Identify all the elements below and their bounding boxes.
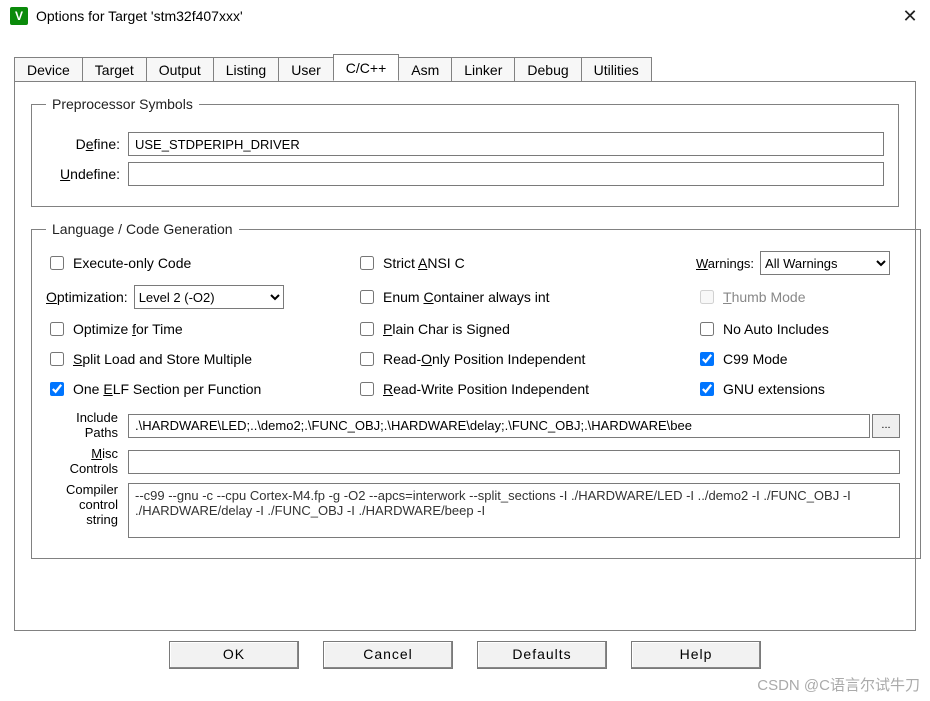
cancel-button[interactable]: Cancel — [323, 641, 453, 669]
include-paths-input[interactable] — [128, 414, 870, 438]
window-title: Options for Target 'stm32f407xxx' — [36, 8, 900, 24]
tab-target[interactable]: Target — [82, 57, 147, 82]
check-strict-ansi-box[interactable] — [360, 256, 374, 270]
undefine-input[interactable] — [128, 162, 884, 186]
check-one-elf-section[interactable]: One ELF Section per Function — [46, 379, 356, 399]
browse-include-button[interactable]: ... — [872, 414, 900, 438]
tab-debug[interactable]: Debug — [514, 57, 581, 82]
check-read-write-pi[interactable]: Read-Write Position Independent — [356, 379, 696, 399]
group-language: Language / Code Generation Execute-only … — [31, 221, 921, 559]
defaults-button[interactable]: Defaults — [477, 641, 607, 669]
check-split-load-store[interactable]: Split Load and Store Multiple — [46, 349, 356, 369]
label-include-paths: Include Paths — [52, 411, 128, 441]
check-plain-char[interactable]: Plain Char is Signed — [356, 319, 696, 339]
tab-user[interactable]: User — [278, 57, 334, 82]
optimization-row: Optimization: Level 2 (-O2) — [46, 285, 356, 309]
label-undefine: Undefine: — [46, 166, 128, 182]
legend-preprocessor: Preprocessor Symbols — [46, 96, 199, 112]
ok-button[interactable]: OK — [169, 641, 299, 669]
check-one-elf-section-box[interactable] — [50, 382, 64, 396]
check-optimize-time-box[interactable] — [50, 322, 64, 336]
check-plain-char-box[interactable] — [360, 322, 374, 336]
tab-panel-c-cpp: Preprocessor Symbols Define: Undefine: L… — [14, 81, 916, 631]
check-read-only-pi[interactable]: Read-Only Position Independent — [356, 349, 696, 369]
label-compiler-control-string: Compiler control string — [52, 483, 128, 528]
watermark: CSDN @C语言尔试牛刀 — [757, 674, 920, 695]
button-bar: OK Cancel Defaults Help — [14, 641, 916, 669]
titlebar: V Options for Target 'stm32f407xxx' ✕ — [0, 0, 930, 32]
tab-linker[interactable]: Linker — [451, 57, 515, 82]
check-read-only-pi-box[interactable] — [360, 352, 374, 366]
define-input[interactable] — [128, 132, 884, 156]
misc-controls-input[interactable] — [128, 450, 900, 474]
warnings-cell: Warnings: All Warnings — [696, 251, 906, 275]
check-split-load-store-box[interactable] — [50, 352, 64, 366]
optimization-select[interactable]: Level 2 (-O2) — [134, 285, 284, 309]
label-misc-controls: Misc Controls — [52, 447, 128, 477]
tab-strip: Device Target Output Listing User C/C++ … — [14, 54, 916, 81]
legend-language: Language / Code Generation — [46, 221, 239, 237]
check-gnu-extensions[interactable]: GNU extensions — [696, 379, 906, 399]
tab-c-cpp[interactable]: C/C++ — [333, 54, 399, 81]
warnings-select[interactable]: All Warnings — [760, 251, 890, 275]
check-execute-only[interactable]: Execute-only Code — [46, 253, 356, 273]
tab-output[interactable]: Output — [146, 57, 214, 82]
close-icon[interactable]: ✕ — [900, 6, 920, 27]
label-define: Define: — [46, 136, 128, 152]
check-enum-container-box[interactable] — [360, 290, 374, 304]
compiler-control-string: --c99 --gnu -c --cpu Cortex-M4.fp -g -O2… — [128, 483, 900, 538]
check-c99-mode[interactable]: C99 Mode — [696, 349, 906, 369]
check-thumb-mode: Thumb Mode — [696, 287, 906, 307]
check-execute-only-box[interactable] — [50, 256, 64, 270]
check-no-auto-includes-box[interactable] — [700, 322, 714, 336]
check-thumb-mode-box — [700, 290, 714, 304]
check-strict-ansi[interactable]: Strict ANSI C — [356, 253, 696, 273]
tab-device[interactable]: Device — [14, 57, 83, 82]
check-optimize-time[interactable]: Optimize for Time — [46, 319, 356, 339]
label-optimization: Optimization: — [46, 289, 128, 305]
app-icon: V — [10, 7, 28, 25]
check-enum-container[interactable]: Enum Container always int — [356, 287, 696, 307]
check-c99-mode-box[interactable] — [700, 352, 714, 366]
help-button[interactable]: Help — [631, 641, 761, 669]
tab-asm[interactable]: Asm — [398, 57, 452, 82]
check-no-auto-includes[interactable]: No Auto Includes — [696, 319, 906, 339]
tab-listing[interactable]: Listing — [213, 57, 279, 82]
tab-utilities[interactable]: Utilities — [581, 57, 652, 82]
group-preprocessor: Preprocessor Symbols Define: Undefine: — [31, 96, 899, 207]
check-gnu-extensions-box[interactable] — [700, 382, 714, 396]
check-read-write-pi-box[interactable] — [360, 382, 374, 396]
label-warnings: Warnings: — [696, 256, 754, 271]
